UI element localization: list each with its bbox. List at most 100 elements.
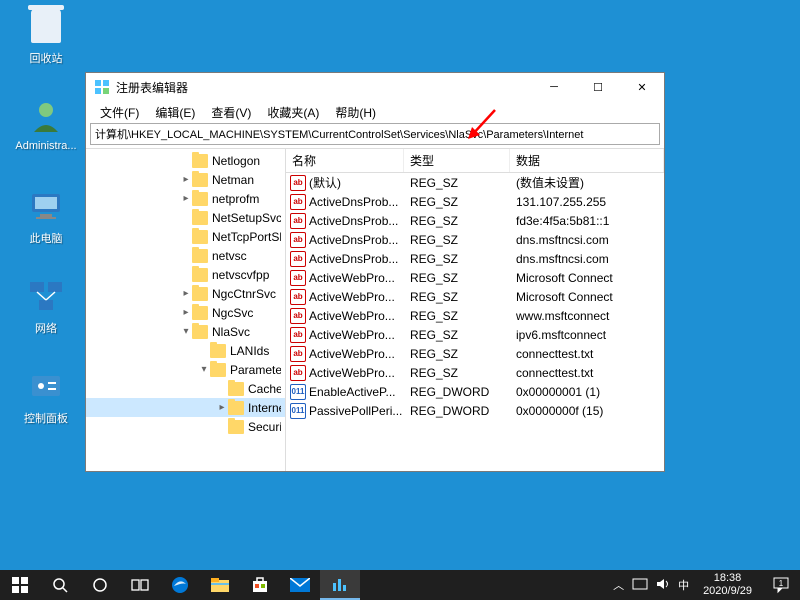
registry-value-row[interactable]: abActiveWebPro...REG_SZconnecttest.txt: [286, 344, 664, 363]
tree-label: NlaSvc: [212, 325, 250, 339]
tree-h-scrollbar[interactable]: [86, 436, 285, 452]
store-icon[interactable]: [240, 570, 280, 600]
start-button[interactable]: [0, 570, 40, 600]
menu-item[interactable]: 收藏夹(A): [259, 102, 327, 123]
keyboard-icon[interactable]: [632, 578, 648, 593]
tree-node[interactable]: Security: [86, 417, 285, 436]
tree-node[interactable]: ▾ NlaSvc: [86, 322, 285, 341]
values-list[interactable]: ab(默认)REG_SZ(数值未设置)abActiveDnsProb...REG…: [286, 173, 664, 455]
value-name: (默认): [309, 174, 341, 191]
volume-icon[interactable]: [656, 577, 670, 594]
minimize-button[interactable]: ─: [532, 73, 576, 101]
registry-value-row[interactable]: abActiveDnsProb...REG_SZ131.107.255.255: [286, 192, 664, 211]
tree-twisty-icon[interactable]: ▸: [180, 193, 192, 204]
menu-item[interactable]: 帮助(H): [327, 102, 384, 123]
value-type: REG_SZ: [404, 176, 510, 190]
value-data: connecttest.txt: [510, 366, 664, 380]
task-view-button[interactable]: [120, 570, 160, 600]
tree-node[interactable]: LANIds: [86, 341, 285, 360]
title-bar[interactable]: 注册表编辑器 ─ ☐ ✕: [86, 73, 664, 101]
tree-node[interactable]: NetTcpPortSharing: [86, 227, 285, 246]
tree-twisty-icon[interactable]: ▸: [180, 288, 192, 299]
desktop-icon-network[interactable]: 网络: [10, 276, 82, 336]
tree-node[interactable]: NetSetupSvc: [86, 208, 285, 227]
registry-value-row[interactable]: abActiveDnsProb...REG_SZdns.msftncsi.com: [286, 230, 664, 249]
tree-node[interactable]: ▾Parameters: [86, 360, 285, 379]
tree-label: netvscvfpp: [212, 268, 269, 282]
tree-label: Security: [248, 420, 281, 434]
close-button[interactable]: ✕: [620, 73, 664, 101]
col-name[interactable]: 名称: [286, 149, 404, 172]
value-data: ipv6.msftconnect: [510, 328, 664, 342]
value-type: REG_SZ: [404, 271, 510, 285]
tree-twisty-icon[interactable]: ▾: [198, 364, 210, 375]
tree-twisty-icon[interactable]: ▾: [180, 326, 192, 337]
folder-icon: [192, 325, 208, 339]
menu-item[interactable]: 编辑(E): [147, 102, 203, 123]
taskbar[interactable]: ︿ 中 18:38 2020/9/29 1: [0, 570, 800, 600]
col-data[interactable]: 数据: [510, 149, 664, 172]
tree-node[interactable]: ▸netprofm: [86, 189, 285, 208]
desktop-icon-administrators[interactable]: Administra...: [10, 96, 82, 152]
tree-twisty-icon[interactable]: ▸: [216, 402, 228, 413]
column-header[interactable]: 名称 类型 数据: [286, 149, 664, 173]
string-icon: ab: [290, 175, 306, 191]
ime-indicator[interactable]: 中: [678, 577, 689, 593]
action-center-icon[interactable]: 1: [766, 570, 796, 600]
tree-node[interactable]: ▸ NgcSvc: [86, 303, 285, 322]
registry-value-row[interactable]: abActiveWebPro...REG_SZipv6.msftconnect: [286, 325, 664, 344]
registry-value-row[interactable]: abActiveDnsProb...REG_SZfd3e:4f5a:5b81::…: [286, 211, 664, 230]
tree-node[interactable]: netvsc: [86, 246, 285, 265]
registry-value-row[interactable]: abActiveWebPro...REG_SZconnecttest.txt: [286, 363, 664, 382]
dword-icon: 011: [290, 403, 306, 419]
folder-icon: [192, 173, 208, 187]
registry-value-row[interactable]: 011PassivePollPeri...REG_DWORD0x0000000f…: [286, 401, 664, 420]
tree-label: NetTcpPortSharing: [212, 230, 281, 244]
running-app-icon[interactable]: [320, 570, 360, 600]
menu-bar: 文件(F)编辑(E)查看(V)收藏夹(A)帮助(H): [86, 101, 664, 123]
tray-chevron-icon[interactable]: ︿: [613, 577, 624, 593]
col-type[interactable]: 类型: [404, 149, 510, 172]
tree-twisty-icon[interactable]: ▸: [180, 307, 192, 318]
tree-twisty-icon[interactable]: ▸: [180, 174, 192, 185]
tree-node[interactable]: ▸ Internet: [86, 398, 285, 417]
tree-label: NgcSvc: [212, 306, 253, 320]
tree-node[interactable]: ▸Netman: [86, 170, 285, 189]
cortana-button[interactable]: [80, 570, 120, 600]
value-type: REG_DWORD: [404, 385, 510, 399]
menu-item[interactable]: 查看(V): [203, 102, 259, 123]
mail-icon[interactable]: [280, 570, 320, 600]
registry-value-row[interactable]: ab(默认)REG_SZ(数值未设置): [286, 173, 664, 192]
desktop-icon-control-panel[interactable]: 控制面板: [10, 366, 82, 426]
icon-label: 控制面板: [24, 410, 68, 426]
file-explorer-icon[interactable]: [200, 570, 240, 600]
registry-value-row[interactable]: abActiveDnsProb...REG_SZdns.msftncsi.com: [286, 249, 664, 268]
search-button[interactable]: [40, 570, 80, 600]
value-type: REG_SZ: [404, 233, 510, 247]
tree-node[interactable]: Netlogon: [86, 151, 285, 170]
edge-icon[interactable]: [160, 570, 200, 600]
value-name: ActiveWebPro...: [309, 271, 395, 285]
network-icon: [26, 276, 66, 316]
value-type: REG_SZ: [404, 309, 510, 323]
tree-label: Internet: [248, 401, 281, 415]
registry-value-row[interactable]: abActiveWebPro...REG_SZMicrosoft Connect: [286, 287, 664, 306]
h-scrollbar[interactable]: [286, 455, 664, 471]
desktop-icon-this-pc[interactable]: 此电脑: [10, 186, 82, 246]
tree-node[interactable]: netvscvfpp: [86, 265, 285, 284]
maximize-button[interactable]: ☐: [576, 73, 620, 101]
menu-item[interactable]: 文件(F): [92, 102, 147, 123]
tree-pane[interactable]: Netlogon▸Netman▸netprofmNetSetupSvc NetTc…: [86, 149, 286, 471]
registry-value-row[interactable]: 011EnableActiveP...REG_DWORD0x00000001 (…: [286, 382, 664, 401]
clock[interactable]: 18:38 2020/9/29: [697, 572, 758, 598]
control-panel-icon: [26, 366, 66, 406]
registry-value-row[interactable]: abActiveWebPro...REG_SZMicrosoft Connect: [286, 268, 664, 287]
tree-node[interactable]: ▸NgcCtnrSvc: [86, 284, 285, 303]
folder-icon: [192, 154, 208, 168]
tree-node[interactable]: Cache: [86, 379, 285, 398]
address-bar[interactable]: 计算机\HKEY_LOCAL_MACHINE\SYSTEM\CurrentCon…: [90, 123, 660, 145]
string-icon: ab: [290, 346, 306, 362]
registry-value-row[interactable]: abActiveWebPro...REG_SZwww.msftconnect: [286, 306, 664, 325]
desktop-icon-recycle-bin[interactable]: 回收站: [10, 6, 82, 66]
system-tray[interactable]: ︿ 中 18:38 2020/9/29 1: [613, 570, 800, 600]
